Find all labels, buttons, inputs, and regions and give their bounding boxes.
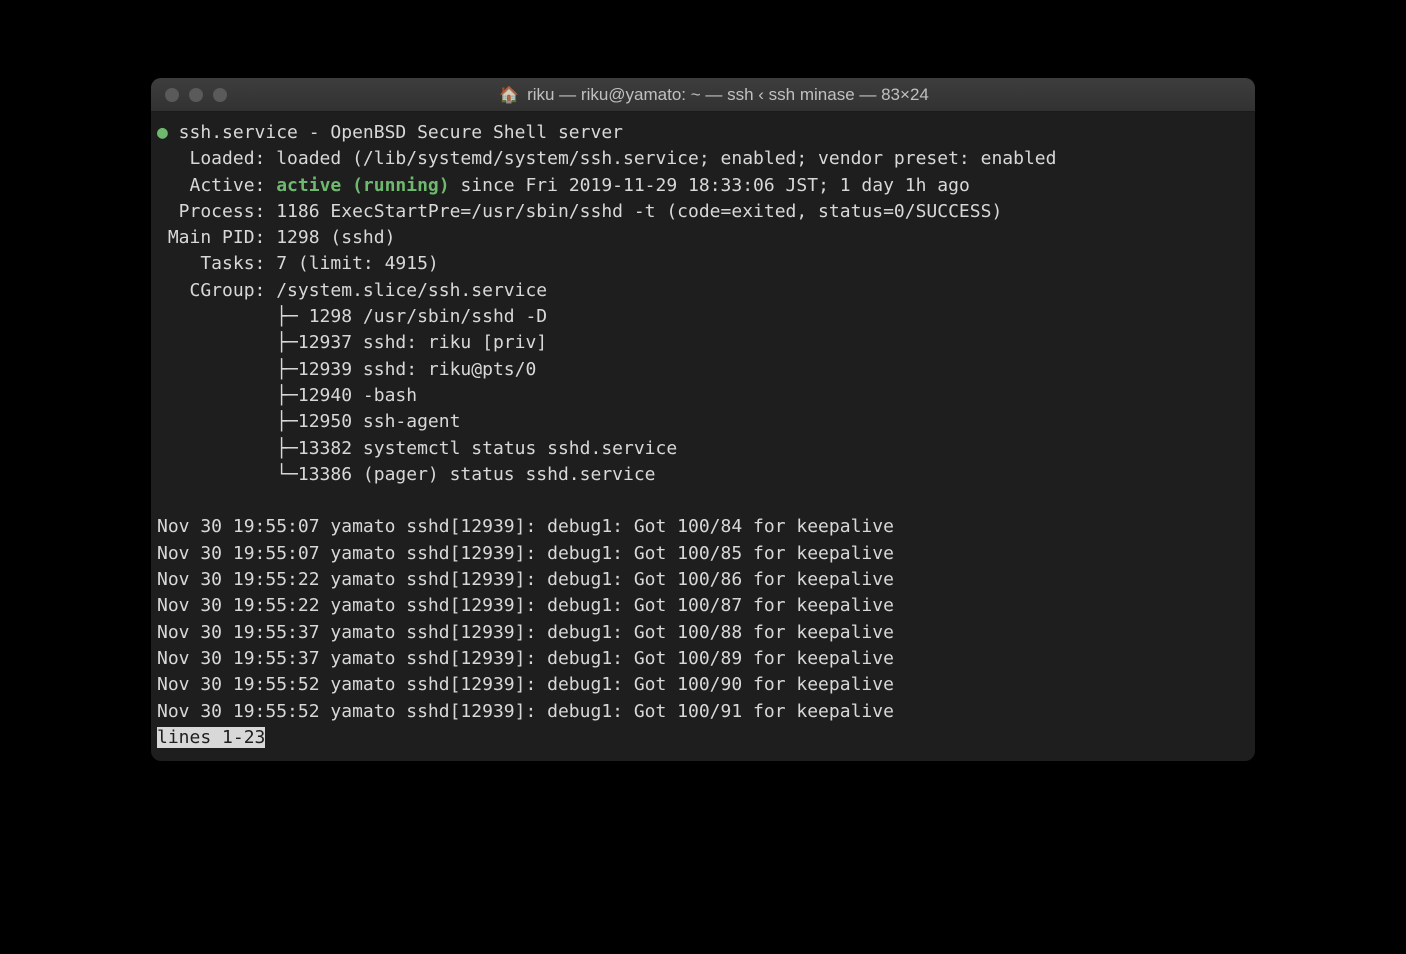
tree-line: ├─13382 systemctl status sshd.service xyxy=(157,436,1249,462)
close-button[interactable] xyxy=(165,88,179,102)
pager-status: lines 1-23 xyxy=(157,727,265,748)
process-line: Process: 1186 ExecStartPre=/usr/sbin/ssh… xyxy=(157,199,1249,225)
tree-line: ├─12939 sshd: riku@pts/0 xyxy=(157,357,1249,383)
service-header: ssh.service - OpenBSD Secure Shell serve… xyxy=(168,122,623,143)
title-text: riku — riku@yamato: ~ — ssh ‹ ssh minase… xyxy=(527,85,929,105)
terminal-body[interactable]: ● ssh.service - OpenBSD Secure Shell ser… xyxy=(151,112,1255,761)
terminal-window: 🏠 riku — riku@yamato: ~ — ssh ‹ ssh mina… xyxy=(151,78,1255,761)
active-line: Active: active (running) since Fri 2019-… xyxy=(157,173,1249,199)
active-label: Active: xyxy=(157,175,276,196)
log-line: Nov 30 19:55:22 yamato sshd[12939]: debu… xyxy=(157,593,1249,619)
log-line: Nov 30 19:55:52 yamato sshd[12939]: debu… xyxy=(157,699,1249,725)
log-line: Nov 30 19:55:37 yamato sshd[12939]: debu… xyxy=(157,620,1249,646)
tasks-line: Tasks: 7 (limit: 4915) xyxy=(157,251,1249,277)
tree-line: └─13386 (pager) status sshd.service xyxy=(157,462,1249,488)
log-line: Nov 30 19:55:37 yamato sshd[12939]: debu… xyxy=(157,646,1249,672)
tree-line: ├─12940 -bash xyxy=(157,383,1249,409)
service-header-line: ● ssh.service - OpenBSD Secure Shell ser… xyxy=(157,120,1249,146)
tree-line: ├─12937 sshd: riku [priv] xyxy=(157,330,1249,356)
log-line: Nov 30 19:55:22 yamato sshd[12939]: debu… xyxy=(157,567,1249,593)
home-icon: 🏠 xyxy=(499,85,519,105)
log-line: Nov 30 19:55:07 yamato sshd[12939]: debu… xyxy=(157,541,1249,567)
main-pid-line: Main PID: 1298 (sshd) xyxy=(157,225,1249,251)
tree-line: ├─12950 ssh-agent xyxy=(157,409,1249,435)
loaded-line: Loaded: loaded (/lib/systemd/system/ssh.… xyxy=(157,146,1249,172)
log-line: Nov 30 19:55:52 yamato sshd[12939]: debu… xyxy=(157,672,1249,698)
status-dot-icon: ● xyxy=(157,122,168,143)
tree-line: ├─ 1298 /usr/sbin/sshd -D xyxy=(157,304,1249,330)
active-status: active (running) xyxy=(276,175,449,196)
pager-status-line: lines 1-23 xyxy=(157,725,1249,751)
blank-line xyxy=(157,488,1249,514)
active-since: since Fri 2019-11-29 18:33:06 JST; 1 day… xyxy=(450,175,970,196)
titlebar[interactable]: 🏠 riku — riku@yamato: ~ — ssh ‹ ssh mina… xyxy=(151,78,1255,112)
log-line: Nov 30 19:55:07 yamato sshd[12939]: debu… xyxy=(157,514,1249,540)
cgroup-line: CGroup: /system.slice/ssh.service xyxy=(157,278,1249,304)
window-title: 🏠 riku — riku@yamato: ~ — ssh ‹ ssh mina… xyxy=(187,85,1241,105)
